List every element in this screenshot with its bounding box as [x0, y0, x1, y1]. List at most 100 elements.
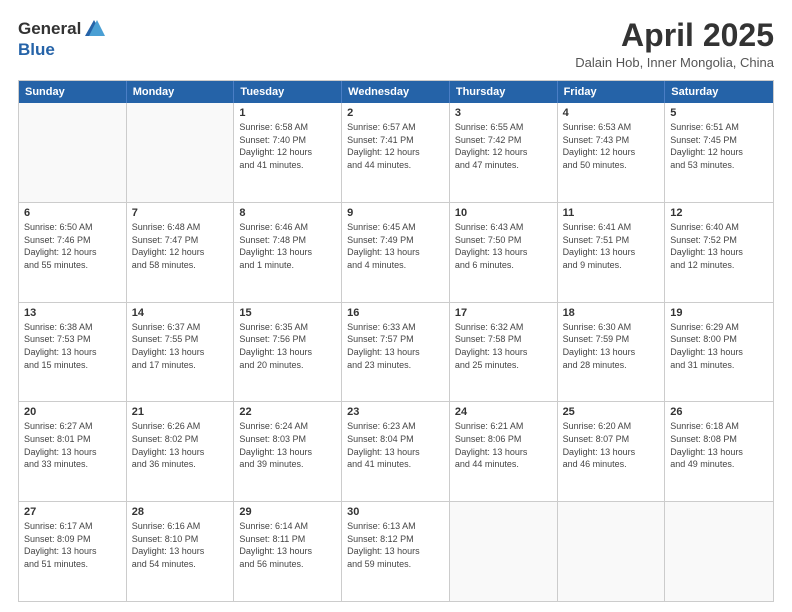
day-number: 22 [239, 406, 336, 418]
calendar-cell: 7Sunrise: 6:48 AM Sunset: 7:47 PM Daylig… [127, 203, 235, 302]
cell-daylight-info: Sunrise: 6:45 AM Sunset: 7:49 PM Dayligh… [347, 221, 444, 271]
calendar-cell: 8 Sunrise: 6:46 AM Sunset: 7:48 PM Daylig… [234, 203, 342, 302]
calendar-cell: 20 Sunrise: 6:27 AM Sunset: 8:01 PM Dayli… [19, 402, 127, 501]
cell-daylight-info: Sunrise: 6:32 AM Sunset: 7:58 PM Dayligh… [455, 321, 552, 371]
header-day-wednesday: Wednesday [342, 81, 450, 103]
day-number: 5 [670, 107, 768, 119]
calendar-cell [19, 103, 127, 202]
day-number: 6 [24, 207, 121, 219]
day-number: 18 [563, 307, 660, 319]
calendar-cell: 2Sunrise: 6:57 AM Sunset: 7:41 PM Daylig… [342, 103, 450, 202]
day-number: 25 [563, 406, 660, 418]
calendar-cell [558, 502, 666, 601]
cell-daylight-info: Sunrise: 6:46 AM Sunset: 7:48 PM Dayligh… [239, 221, 336, 271]
day-number: 20 [24, 406, 121, 418]
day-number: 11 [563, 207, 660, 219]
calendar-row-3: 13Sunrise: 6:38 AM Sunset: 7:53 PM Dayli… [19, 302, 773, 402]
calendar-cell: 18 Sunrise: 6:30 AM Sunset: 7:59 PM Dayli… [558, 303, 666, 402]
day-number: 26 [670, 406, 768, 418]
calendar-cell: 9 Sunrise: 6:45 AM Sunset: 7:49 PM Daylig… [342, 203, 450, 302]
month-title: April 2025 [575, 18, 774, 53]
calendar-row-5: 27 Sunrise: 6:17 AM Sunset: 8:09 PM Dayli… [19, 501, 773, 601]
header-day-tuesday: Tuesday [234, 81, 342, 103]
cell-daylight-info: Sunrise: 6:58 AM Sunset: 7:40 PM Dayligh… [239, 121, 336, 171]
cell-daylight-info: Sunrise: 6:20 AM Sunset: 8:07 PM Dayligh… [563, 420, 660, 470]
day-number: 29 [239, 506, 336, 518]
day-number: 1 [239, 107, 336, 119]
day-number: 9 [347, 207, 444, 219]
calendar-cell: 11 Sunrise: 6:41 AM Sunset: 7:51 PM Dayli… [558, 203, 666, 302]
logo-icon [83, 18, 105, 40]
calendar-cell: 24 Sunrise: 6:21 AM Sunset: 8:06 PM Dayli… [450, 402, 558, 501]
cell-daylight-info: Sunrise: 6:27 AM Sunset: 8:01 PM Dayligh… [24, 420, 121, 470]
day-number: 28 [132, 506, 229, 518]
calendar-cell: 13Sunrise: 6:38 AM Sunset: 7:53 PM Dayli… [19, 303, 127, 402]
day-number: 16 [347, 307, 444, 319]
day-number: 30 [347, 506, 444, 518]
day-number: 2 [347, 107, 444, 119]
calendar-cell: 16 Sunrise: 6:33 AM Sunset: 7:57 PM Dayli… [342, 303, 450, 402]
cell-daylight-info: Sunrise: 6:26 AM Sunset: 8:02 PM Dayligh… [132, 420, 229, 470]
day-number: 17 [455, 307, 552, 319]
header-day-thursday: Thursday [450, 81, 558, 103]
header-day-sunday: Sunday [19, 81, 127, 103]
day-number: 27 [24, 506, 121, 518]
calendar-cell [450, 502, 558, 601]
cell-daylight-info: Sunrise: 6:50 AM Sunset: 7:46 PM Dayligh… [24, 221, 121, 271]
location-subtitle: Dalain Hob, Inner Mongolia, China [575, 55, 774, 70]
calendar-cell: 5 Sunrise: 6:51 AM Sunset: 7:45 PM Daylig… [665, 103, 773, 202]
day-number: 24 [455, 406, 552, 418]
cell-daylight-info: Sunrise: 6:17 AM Sunset: 8:09 PM Dayligh… [24, 520, 121, 570]
cell-daylight-info: Sunrise: 6:29 AM Sunset: 8:00 PM Dayligh… [670, 321, 768, 371]
calendar-row-1: 1 Sunrise: 6:58 AM Sunset: 7:40 PM Daylig… [19, 103, 773, 202]
page: General Blue April 2025 Dalain Hob, Inne… [0, 0, 792, 612]
title-section: April 2025 Dalain Hob, Inner Mongolia, C… [575, 18, 774, 70]
calendar-cell [665, 502, 773, 601]
cell-daylight-info: Sunrise: 6:35 AM Sunset: 7:56 PM Dayligh… [239, 321, 336, 371]
cell-daylight-info: Sunrise: 6:40 AM Sunset: 7:52 PM Dayligh… [670, 221, 768, 271]
header-day-monday: Monday [127, 81, 235, 103]
calendar-cell: 27 Sunrise: 6:17 AM Sunset: 8:09 PM Dayli… [19, 502, 127, 601]
cell-daylight-info: Sunrise: 6:13 AM Sunset: 8:12 PM Dayligh… [347, 520, 444, 570]
day-number: 10 [455, 207, 552, 219]
calendar-cell: 10 Sunrise: 6:43 AM Sunset: 7:50 PM Dayli… [450, 203, 558, 302]
calendar-cell: 30 Sunrise: 6:13 AM Sunset: 8:12 PM Dayli… [342, 502, 450, 601]
cell-daylight-info: Sunrise: 6:21 AM Sunset: 8:06 PM Dayligh… [455, 420, 552, 470]
cell-daylight-info: Sunrise: 6:55 AM Sunset: 7:42 PM Dayligh… [455, 121, 552, 171]
logo: General Blue [18, 18, 105, 60]
calendar-cell: 23 Sunrise: 6:23 AM Sunset: 8:04 PM Dayli… [342, 402, 450, 501]
cell-daylight-info: Sunrise: 6:18 AM Sunset: 8:08 PM Dayligh… [670, 420, 768, 470]
day-number: 14 [132, 307, 229, 319]
cell-daylight-info: Sunrise: 6:23 AM Sunset: 8:04 PM Dayligh… [347, 420, 444, 470]
calendar-cell: 6 Sunrise: 6:50 AM Sunset: 7:46 PM Daylig… [19, 203, 127, 302]
header-day-saturday: Saturday [665, 81, 773, 103]
cell-daylight-info: Sunrise: 6:51 AM Sunset: 7:45 PM Dayligh… [670, 121, 768, 171]
cell-daylight-info: Sunrise: 6:16 AM Sunset: 8:10 PM Dayligh… [132, 520, 229, 570]
calendar-cell: 25 Sunrise: 6:20 AM Sunset: 8:07 PM Dayli… [558, 402, 666, 501]
cell-daylight-info: Sunrise: 6:14 AM Sunset: 8:11 PM Dayligh… [239, 520, 336, 570]
day-number: 8 [239, 207, 336, 219]
calendar-body: 1 Sunrise: 6:58 AM Sunset: 7:40 PM Daylig… [19, 103, 773, 601]
calendar-cell: 12 Sunrise: 6:40 AM Sunset: 7:52 PM Dayli… [665, 203, 773, 302]
day-number: 12 [670, 207, 768, 219]
day-number: 3 [455, 107, 552, 119]
cell-daylight-info: Sunrise: 6:37 AM Sunset: 7:55 PM Dayligh… [132, 321, 229, 371]
header-day-friday: Friday [558, 81, 666, 103]
cell-daylight-info: Sunrise: 6:33 AM Sunset: 7:57 PM Dayligh… [347, 321, 444, 371]
calendar-cell: 4Sunrise: 6:53 AM Sunset: 7:43 PM Daylig… [558, 103, 666, 202]
cell-daylight-info: Sunrise: 6:24 AM Sunset: 8:03 PM Dayligh… [239, 420, 336, 470]
cell-daylight-info: Sunrise: 6:30 AM Sunset: 7:59 PM Dayligh… [563, 321, 660, 371]
calendar-cell: 19 Sunrise: 6:29 AM Sunset: 8:00 PM Dayli… [665, 303, 773, 402]
calendar-cell: 22 Sunrise: 6:24 AM Sunset: 8:03 PM Dayli… [234, 402, 342, 501]
calendar-cell: 26 Sunrise: 6:18 AM Sunset: 8:08 PM Dayli… [665, 402, 773, 501]
day-number: 4 [563, 107, 660, 119]
calendar-row-4: 20 Sunrise: 6:27 AM Sunset: 8:01 PM Dayli… [19, 401, 773, 501]
cell-daylight-info: Sunrise: 6:41 AM Sunset: 7:51 PM Dayligh… [563, 221, 660, 271]
cell-daylight-info: Sunrise: 6:48 AM Sunset: 7:47 PM Dayligh… [132, 221, 229, 271]
cell-daylight-info: Sunrise: 6:38 AM Sunset: 7:53 PM Dayligh… [24, 321, 121, 371]
calendar-cell: 17 Sunrise: 6:32 AM Sunset: 7:58 PM Dayli… [450, 303, 558, 402]
day-number: 21 [132, 406, 229, 418]
cell-daylight-info: Sunrise: 6:43 AM Sunset: 7:50 PM Dayligh… [455, 221, 552, 271]
day-number: 19 [670, 307, 768, 319]
day-number: 23 [347, 406, 444, 418]
